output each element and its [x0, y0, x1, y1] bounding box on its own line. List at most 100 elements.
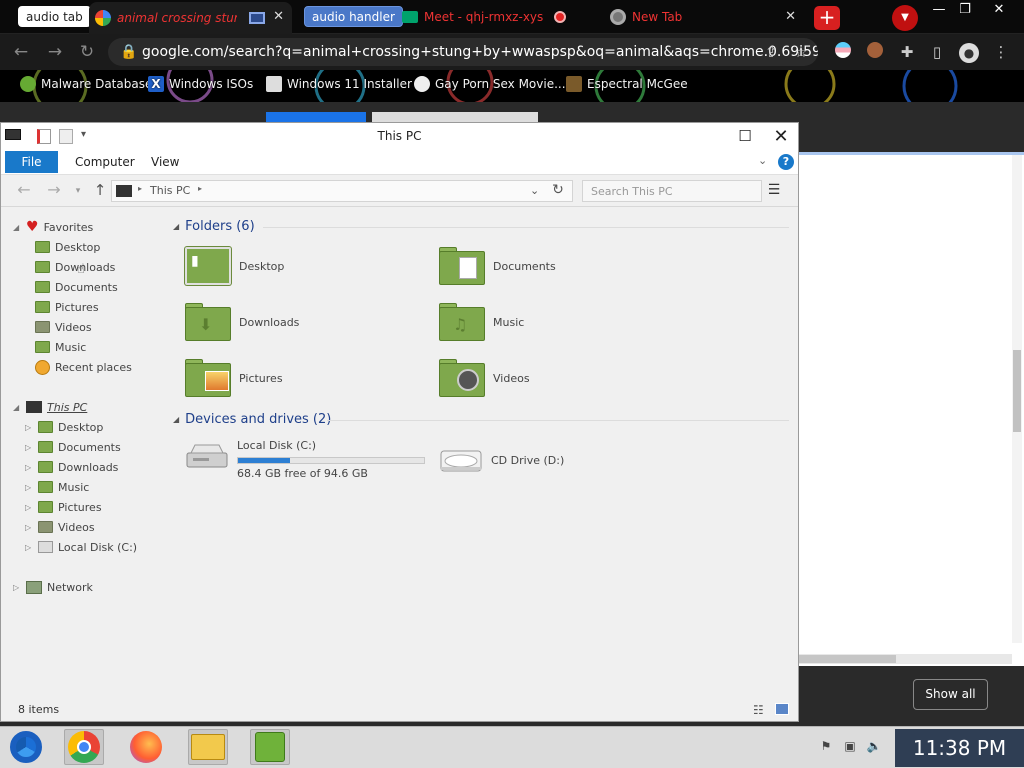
folder-videos[interactable]: Videos [439, 359, 530, 397]
folder-desktop[interactable]: ▮ Desktop [185, 247, 284, 285]
share-icon[interactable]: ⇪ [760, 42, 782, 64]
search-input[interactable]: Search This PC [582, 180, 762, 202]
forward-icon[interactable]: → [44, 42, 66, 64]
nav-fav-documents[interactable]: Documents [35, 278, 118, 296]
action-center-flag-icon[interactable]: ⚑ [818, 739, 834, 755]
extensions-icon[interactable]: ✚ [896, 42, 918, 64]
profile-icon[interactable]: ● [958, 42, 980, 64]
close-window-icon[interactable]: ✕ [986, 2, 1012, 20]
expand-icon[interactable]: ▷ [25, 423, 33, 432]
tab-meet[interactable]: Meet - qhj-rmxz-xys [396, 2, 594, 32]
nav-fav-recent-places[interactable]: Recent places [35, 358, 132, 376]
more-menu-icon[interactable]: ⋮ [990, 42, 1012, 64]
hamburger-menu-icon[interactable]: ☰ [764, 181, 784, 201]
scrollbar-thumb[interactable] [1013, 350, 1021, 432]
file-explorer-icon[interactable] [188, 729, 228, 765]
bookmark-windows-11-installer[interactable]: Windows 11 Installer [266, 76, 412, 92]
large-icons-view-icon[interactable] [775, 703, 789, 715]
bookmark-movie-site[interactable]: Gay Porn Sex Movie... [414, 76, 566, 92]
expand-ribbon-icon[interactable]: ⌄ [758, 154, 767, 167]
tab-new-tab[interactable]: New Tab ✕ [604, 2, 804, 32]
drive-local-disk[interactable]: Local Disk (C:) 68.4 GB free of 94.6 GB [185, 439, 437, 480]
extension-flag-icon[interactable] [832, 42, 854, 64]
side-panel-icon[interactable]: ▯ [926, 42, 948, 64]
recent-locations-icon[interactable]: ▾ [67, 181, 89, 203]
forward-icon[interactable]: → [43, 180, 65, 202]
ribbon-tab-file[interactable]: File [5, 151, 58, 173]
expand-icon[interactable]: ▷ [25, 503, 33, 512]
nav-pc-music[interactable]: ▷ Music [25, 478, 89, 496]
extension-avatar-icon[interactable] [864, 42, 886, 64]
close-icon[interactable]: ✕ [785, 9, 796, 24]
collapse-icon[interactable]: ◢ [13, 223, 21, 232]
clock[interactable]: 11:38 PM [895, 729, 1024, 767]
chrome-icon[interactable] [64, 729, 104, 765]
bookmark-windows-isos[interactable]: X Windows ISOs [148, 76, 253, 92]
folder-downloads[interactable]: ⬇ Downloads [185, 303, 299, 341]
explorer-title-bar[interactable]: ▾ This PC ☐ ✕ [1, 123, 798, 151]
collapse-icon[interactable]: ◢ [173, 415, 179, 424]
address-box[interactable]: ▸ This PC ▸ ⌄ [111, 180, 573, 202]
close-icon[interactable]: ✕ [273, 9, 284, 24]
drives-group-header[interactable]: ◢ Devices and drives (2) [173, 410, 331, 428]
nav-pc-pictures[interactable]: ▷ Pictures [25, 498, 102, 516]
collapse-icon[interactable]: ◢ [13, 403, 21, 412]
folder-pictures[interactable]: Pictures [185, 359, 283, 397]
nav-fav-downloads[interactable]: Downloads ☝ [35, 258, 115, 277]
nav-pc-videos[interactable]: ▷ Videos [25, 518, 95, 536]
drive-cd[interactable]: CD Drive (D:) [439, 445, 564, 475]
folder-music[interactable]: ♫ Music [439, 303, 524, 341]
nav-pc-desktop[interactable]: ▷ Desktop [25, 418, 103, 436]
expand-icon[interactable]: ▷ [25, 443, 33, 452]
bookmark-espectral-mcgee[interactable]: Espectral McGee [566, 76, 688, 92]
back-icon[interactable]: ← [13, 180, 35, 202]
refresh-icon[interactable]: ↻ [547, 180, 569, 202]
maximize-icon[interactable]: ☐ [727, 123, 763, 151]
volume-icon[interactable]: 🔈 [866, 739, 882, 755]
ribbon-tab-view[interactable]: View [151, 155, 179, 169]
ribbon-tab-computer[interactable]: Computer [75, 155, 135, 169]
nav-fav-music[interactable]: Music [35, 338, 86, 356]
back-icon[interactable]: ← [10, 42, 32, 64]
nav-this-pc[interactable]: ◢ This PC [13, 398, 87, 416]
folder-documents[interactable]: Documents [439, 247, 556, 285]
firefox-icon[interactable] [126, 729, 166, 765]
expand-icon[interactable]: ▷ [13, 583, 21, 592]
new-tab-button[interactable]: + [814, 6, 840, 30]
chromium-icon[interactable] [6, 729, 46, 765]
nav-fav-desktop[interactable]: Desktop [35, 238, 100, 256]
tab-audio-tab[interactable]: audio tab [18, 6, 91, 27]
up-icon[interactable]: ↑ [89, 180, 111, 202]
page-vertical-scrollbar[interactable] [1012, 155, 1022, 643]
breadcrumb-this-pc[interactable]: This PC [150, 184, 190, 197]
collapse-icon[interactable]: ◢ [173, 222, 179, 231]
show-all-button[interactable]: Show all [913, 679, 988, 710]
network-tray-icon[interactable]: ▣ [842, 739, 858, 755]
reload-icon[interactable]: ↻ [76, 42, 98, 64]
expand-icon[interactable]: ▷ [25, 543, 33, 552]
bookmark-star-icon[interactable]: ☆ [790, 42, 812, 64]
restore-icon[interactable]: ❐ [952, 2, 978, 20]
nav-pc-downloads[interactable]: ▷ Downloads [25, 458, 118, 476]
nav-favorites[interactable]: ◢ ♥ Favorites [13, 218, 93, 236]
nav-pc-documents[interactable]: ▷ Documents [25, 438, 121, 456]
expand-icon[interactable]: ▷ [25, 523, 33, 532]
nav-fav-pictures[interactable]: Pictures [35, 298, 99, 316]
nav-fav-videos[interactable]: Videos [35, 318, 92, 336]
page-horizontal-scrollbar[interactable] [798, 654, 1012, 664]
folders-group-header[interactable]: ◢ Folders (6) [173, 217, 255, 235]
minimize-icon[interactable]: — [926, 2, 952, 20]
help-button[interactable]: ? [778, 154, 794, 170]
scrollbar-thumb[interactable] [798, 655, 896, 663]
nav-network[interactable]: ▷ Network [13, 578, 93, 596]
bookmark-malware-database[interactable]: Malware Database [20, 76, 152, 92]
tab-audio-handler[interactable]: audio handler [304, 6, 403, 27]
details-view-icon[interactable]: ☷ [753, 703, 764, 717]
address-dropdown-icon[interactable]: ⌄ [530, 184, 539, 197]
tab-search-chevron-icon[interactable]: ▼ [892, 5, 918, 31]
close-icon[interactable]: ✕ [763, 123, 799, 151]
nav-pc-local-disk[interactable]: ▷ Local Disk (C:) [25, 538, 137, 556]
tab-animal-crossing[interactable]: animal crossing stung ✕ [89, 2, 292, 34]
address-bar[interactable]: 🔒 google.com/search?q=animal+crossing+st… [108, 38, 818, 66]
expand-icon[interactable]: ▷ [25, 463, 33, 472]
